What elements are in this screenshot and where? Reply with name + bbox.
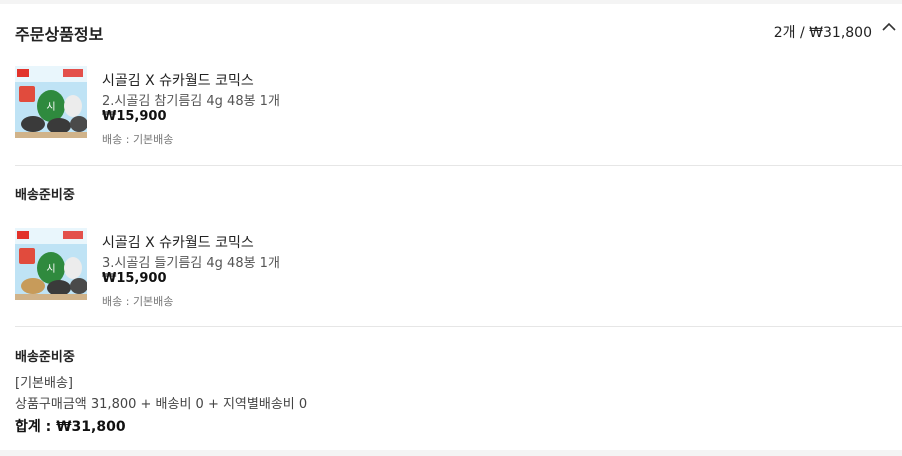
shipping-type: [기본배송]: [15, 376, 73, 391]
product-option: 3.시골김 들기름김 4g 48봉 1개: [102, 256, 280, 271]
product-option: 2.시골김 참기름김 4g 48봉 1개: [102, 94, 280, 109]
shipping-method: 배송 : 기본배송: [102, 133, 174, 146]
divider: [15, 165, 902, 166]
divider: [15, 326, 902, 327]
product-name[interactable]: 시골김 X 슈카월드 코믹스: [102, 232, 254, 252]
order-item: 시 시골김 X 슈카월드 코믹스 2.시골김 참기름김 4g 48봉 1개 ₩1…: [0, 58, 902, 158]
order-item: 시 시골김 X 슈카월드 코믹스 3.시골김 들기름김 4g 48봉 1개 ₩1…: [0, 220, 902, 320]
svg-text:시: 시: [46, 101, 55, 113]
order-products-header[interactable]: 주문상품정보 2개 / ₩31,800: [0, 4, 902, 58]
product-price: ₩15,900: [102, 271, 167, 286]
delivery-status: 배송준비중: [15, 350, 75, 365]
shipping-method: 배송 : 기본배송: [102, 295, 174, 308]
svg-text:시: 시: [46, 263, 55, 275]
product-image[interactable]: 시: [15, 228, 87, 300]
delivery-status: 배송준비중: [15, 188, 75, 203]
product-name[interactable]: 시골김 X 슈카월드 코믹스: [102, 70, 254, 90]
chevron-up-icon[interactable]: [882, 20, 896, 34]
order-summary: 2개 / ₩31,800: [773, 25, 872, 41]
product-image[interactable]: 시: [15, 66, 87, 138]
section-title: 주문상품정보: [15, 25, 104, 44]
order-total: 합계 : ₩31,800: [15, 419, 126, 435]
price-breakdown: 상품구매금액 31,800 + 배송비 0 + 지역별배송비 0: [15, 397, 308, 412]
order-products-card: 주문상품정보 2개 / ₩31,800 시 시골김 X 슈카월드 코믹스 2.시…: [0, 4, 902, 450]
product-price: ₩15,900: [102, 109, 167, 124]
